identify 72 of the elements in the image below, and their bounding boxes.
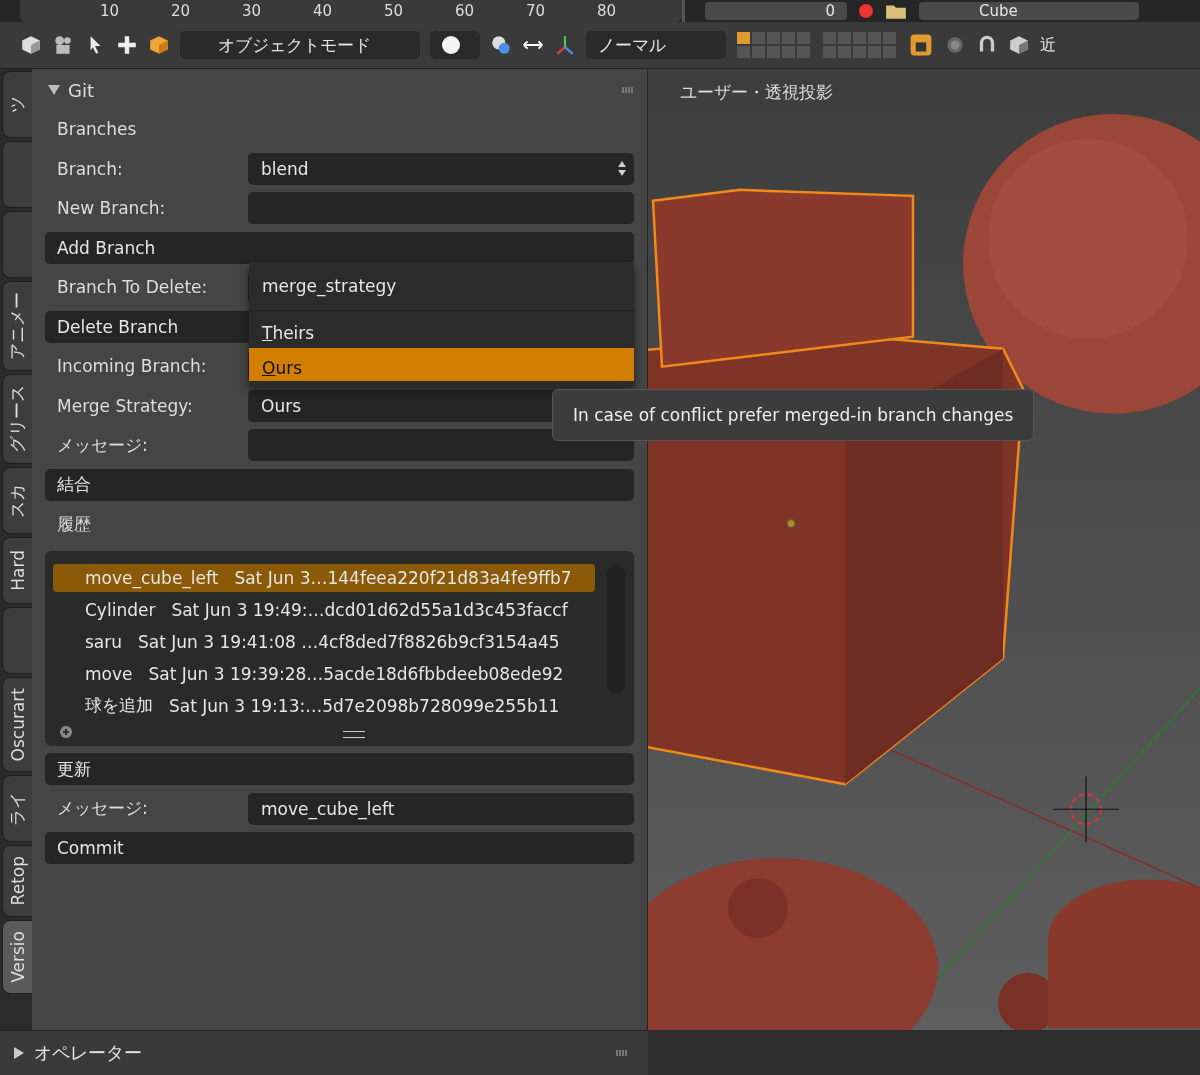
- side-tab[interactable]: Hard: [2, 537, 32, 604]
- dropdown[interactable]: blend: [248, 152, 634, 185]
- pivot-icon[interactable]: [490, 34, 512, 56]
- side-tab[interactable]: Oscurart: [2, 677, 32, 773]
- drag-handle-icon[interactable]: [622, 87, 634, 93]
- tooltip: In case of conflict prefer merged-in branch changes: [552, 389, 1035, 441]
- side-tab[interactable]: ライ: [2, 775, 32, 843]
- ruler-tick-label: 30: [240, 2, 263, 20]
- axes-icon[interactable]: [554, 34, 576, 56]
- up-down-arrows-icon: [618, 161, 626, 176]
- resize-handle-icon[interactable]: [343, 730, 365, 738]
- expand-arrow-icon[interactable]: [48, 85, 60, 95]
- camera-icon[interactable]: [52, 34, 74, 56]
- field-label: Merge Strategy:: [56, 395, 194, 416]
- field-label: メッセージ:: [56, 433, 149, 457]
- drag-handle-icon[interactable]: [616, 1050, 628, 1056]
- expand-arrow-icon[interactable]: [14, 1047, 24, 1059]
- text-field[interactable]: [248, 192, 634, 224]
- field-label: New Branch:: [56, 198, 167, 218]
- section-heading: Branches: [56, 119, 138, 139]
- ruler-tick-label: 40: [311, 2, 334, 20]
- action-button[interactable]: 更新: [45, 753, 634, 785]
- field-label: Branch:: [56, 158, 124, 179]
- action-button[interactable]: 結合: [45, 468, 634, 501]
- panel-title[interactable]: Git: [68, 79, 614, 101]
- cube-icon[interactable]: [20, 34, 42, 56]
- record-icon[interactable]: [859, 4, 873, 18]
- commit-item[interactable]: saru Sat Jun 3 19:41:08 …4cf8ded7f8826b9cf3154a45: [53, 627, 595, 656]
- circle-icon[interactable]: [944, 34, 966, 56]
- menu-option[interactable]: Ours: [249, 348, 634, 381]
- commit-item[interactable]: Cylinder Sat Jun 3 19:49:…dcd01d62d55a1d3c453faccf: [53, 595, 595, 624]
- add-icon[interactable]: [60, 725, 72, 738]
- shading-dropdown[interactable]: [430, 31, 480, 59]
- side-tab[interactable]: スカ: [2, 467, 32, 534]
- plus-icon[interactable]: [116, 34, 138, 56]
- text-field[interactable]: [248, 429, 634, 461]
- ruler-tick-label: 50: [382, 2, 405, 20]
- ruler-tick-label: 10: [98, 2, 121, 20]
- snap-label[interactable]: 近: [1040, 34, 1056, 56]
- side-tab[interactable]: グリース: [2, 374, 32, 464]
- object-field[interactable]: Cube: [919, 2, 1139, 20]
- cube-icon[interactable]: [1008, 34, 1030, 56]
- side-tab[interactable]: アニメー: [2, 281, 32, 371]
- menu-title: merge_strategy: [249, 262, 634, 311]
- frame-field[interactable]: 0: [705, 2, 847, 20]
- lock-icon[interactable]: [908, 32, 934, 58]
- text-field[interactable]: move_cube_left: [248, 792, 634, 825]
- ruler-tick-label: 20: [169, 2, 192, 20]
- mode-dropdown[interactable]: オブジェクトモード: [180, 31, 420, 59]
- side-tab[interactable]: ツ: [2, 71, 32, 138]
- viewport-label: ユーザー・透視投影: [680, 81, 833, 104]
- commit-item[interactable]: move Sat Jun 3 19:39:28…5acde18d6fbbdeeb08ede92: [53, 659, 595, 688]
- layers-icon[interactable]: [736, 31, 812, 59]
- side-tab[interactable]: Versio: [2, 919, 32, 994]
- field-label: Branch To Delete:: [56, 277, 209, 297]
- origin-dot: [786, 519, 796, 528]
- side-tab[interactable]: Retop: [2, 845, 32, 917]
- field-label: メッセージ:: [56, 797, 149, 820]
- ruler-tick-label: 70: [524, 2, 547, 20]
- section-heading: 履歴: [56, 512, 92, 536]
- commit-item[interactable]: 球を追加 Sat Jun 3 19:13:…5d7e2098b728099e255b11: [53, 691, 595, 720]
- commit-item[interactable]: move_cube_left Sat Jun 3…144feea220f21d83a4fe9ffb7: [53, 563, 595, 592]
- cube-icon[interactable]: [148, 34, 170, 56]
- field-label: Incoming Branch:: [56, 356, 208, 376]
- action-button[interactable]: Commit: [45, 832, 634, 864]
- ruler-tick-label: 60: [453, 2, 476, 20]
- action-button[interactable]: Add Branch: [45, 231, 634, 264]
- frame-ruler[interactable]: 10 20 30 40 50 60 70 80: [20, 0, 682, 22]
- menu-option[interactable]: Theirs: [249, 313, 634, 346]
- ruler-tick-label: 80: [595, 2, 618, 20]
- orientation-dropdown[interactable]: ノーマル: [586, 31, 726, 59]
- cursor-3d-icon: [1052, 775, 1120, 843]
